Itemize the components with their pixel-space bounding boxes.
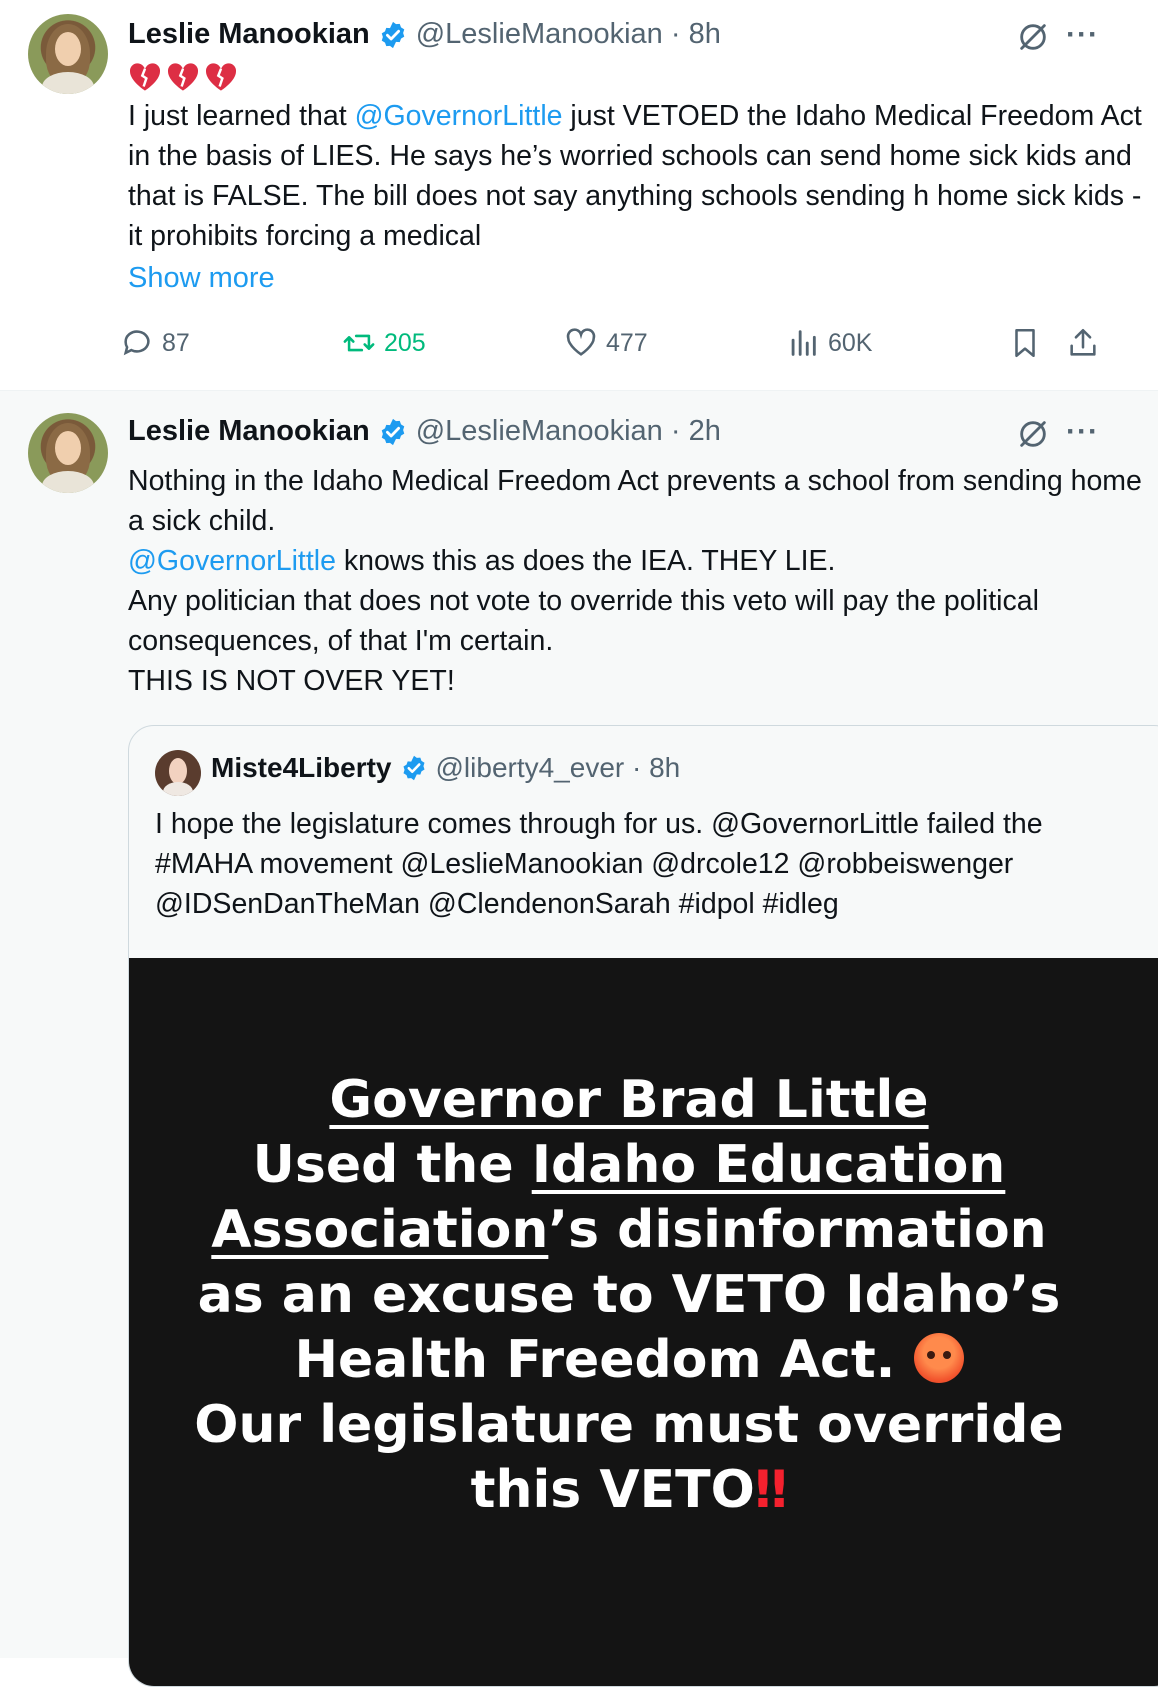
tweet-text: I just learned that @GovernorLittle just…	[128, 100, 1142, 252]
quote-avatar[interactable]	[155, 750, 201, 796]
avatar[interactable]	[28, 413, 108, 493]
verified-badge-icon	[381, 21, 404, 48]
verified-badge-icon	[381, 418, 404, 445]
share-icon	[1070, 328, 1096, 356]
quote-image[interactable]: Governor Brad Little Used the Idaho Educ…	[129, 958, 1158, 1686]
tweet-1[interactable]: Leslie Manookian @LeslieManookian · 8h ·…	[0, 0, 1158, 391]
quote-handle-time[interactable]: @liberty4_ever · 8h	[436, 752, 681, 784]
broken-hearts-emoji	[128, 62, 238, 92]
like-icon	[566, 328, 596, 356]
reply-icon	[123, 330, 150, 356]
avatar[interactable]	[28, 14, 108, 94]
share-button[interactable]	[1066, 326, 1108, 360]
mention-link[interactable]: @GovernorLittle	[128, 545, 336, 577]
quote-text: I hope the legislature comes through for…	[155, 808, 1043, 920]
quoted-tweet[interactable]: Miste4Liberty @liberty4_ever · 8h I hope…	[128, 725, 1158, 1687]
views-button[interactable]: 60K	[786, 326, 872, 360]
repost-button[interactable]: 205	[342, 326, 426, 360]
quote-header: Miste4Liberty @liberty4_ever · 8h	[211, 752, 680, 784]
tweet-header: Leslie Manookian @LeslieManookian · 2h	[128, 415, 721, 448]
author-name[interactable]: Leslie Manookian	[128, 18, 370, 51]
image-caption: Governor Brad Little Used the Idaho Educ…	[194, 1070, 1064, 1520]
views-count: 60K	[828, 328, 873, 357]
repost-icon	[343, 334, 375, 352]
more-icon[interactable]: ···	[1066, 415, 1099, 449]
author-name[interactable]: Leslie Manookian	[128, 415, 370, 448]
tweet-text: Nothing in the Idaho Medical Freedom Act…	[128, 465, 1142, 697]
tweet-actions: 87 205 477 60K	[0, 326, 1158, 366]
tweet-header: Leslie Manookian @LeslieManookian · 8h	[128, 18, 721, 51]
author-handle-time[interactable]: @LeslieManookian · 2h	[416, 415, 721, 448]
like-button[interactable]: 477	[564, 326, 648, 360]
author-handle-time[interactable]: @LeslieManookian · 8h	[416, 18, 721, 51]
reply-count: 87	[162, 328, 190, 357]
mention-link[interactable]: @GovernorLittle	[355, 100, 563, 132]
grok-icon[interactable]	[1016, 20, 1050, 54]
verified-badge-icon	[403, 755, 424, 781]
views-icon	[791, 330, 816, 356]
grok-icon[interactable]	[1016, 417, 1050, 451]
quote-author-name[interactable]: Miste4Liberty	[211, 752, 392, 784]
angry-face-icon	[913, 1333, 964, 1383]
repost-count: 205	[384, 328, 426, 357]
like-count: 477	[606, 328, 648, 357]
reply-button[interactable]: 87	[120, 326, 190, 360]
double-exclamation-icon: ‼	[754, 1460, 788, 1520]
bookmark-button[interactable]	[1008, 326, 1050, 360]
bookmark-icon	[1015, 328, 1035, 358]
show-more-link[interactable]: Show more	[128, 262, 275, 295]
more-icon[interactable]: ···	[1066, 18, 1099, 52]
